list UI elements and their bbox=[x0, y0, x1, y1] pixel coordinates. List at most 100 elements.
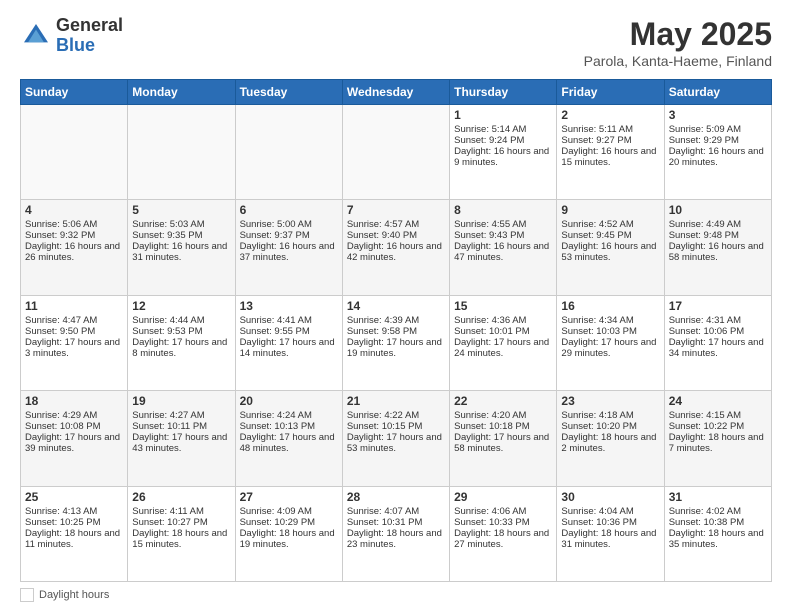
week-row-2: 4 Sunrise: 5:06 AM Sunset: 9:32 PM Daylig… bbox=[21, 200, 772, 295]
day-number: 11 bbox=[25, 299, 123, 313]
logo-general: General bbox=[56, 15, 123, 35]
day-info: Sunrise: 4:39 AM Sunset: 9:58 PM Dayligh… bbox=[347, 315, 442, 359]
day-number: 29 bbox=[454, 490, 552, 504]
day-number: 30 bbox=[561, 490, 659, 504]
calendar-cell: 10 Sunrise: 4:49 AM Sunset: 9:48 PM Dayli… bbox=[664, 200, 771, 295]
day-number: 12 bbox=[132, 299, 230, 313]
day-number: 22 bbox=[454, 394, 552, 408]
day-info: Sunrise: 4:31 AM Sunset: 10:06 PM Daylig… bbox=[669, 315, 764, 359]
day-number: 10 bbox=[669, 203, 767, 217]
day-info: Sunrise: 4:47 AM Sunset: 9:50 PM Dayligh… bbox=[25, 315, 120, 359]
calendar-cell: 24Sunrise: 4:15 AM Sunset: 10:22 PM Dayl… bbox=[664, 391, 771, 486]
day-info: Sunrise: 4:55 AM Sunset: 9:43 PM Dayligh… bbox=[454, 219, 549, 263]
calendar-cell: 13Sunrise: 4:41 AM Sunset: 9:55 PM Dayli… bbox=[235, 295, 342, 390]
calendar-cell: 12Sunrise: 4:44 AM Sunset: 9:53 PM Dayli… bbox=[128, 295, 235, 390]
day-number: 26 bbox=[132, 490, 230, 504]
day-number: 6 bbox=[240, 203, 338, 217]
day-number: 14 bbox=[347, 299, 445, 313]
legend-box bbox=[20, 588, 34, 602]
calendar-cell: 18Sunrise: 4:29 AM Sunset: 10:08 PM Dayl… bbox=[21, 391, 128, 486]
calendar-cell: 30 Sunrise: 4:04 AM Sunset: 10:36 PM Dayl… bbox=[557, 486, 664, 581]
weekday-header-monday: Monday bbox=[128, 80, 235, 105]
calendar-cell: 19 Sunrise: 4:27 AM Sunset: 10:11 PM Dayl… bbox=[128, 391, 235, 486]
calendar-cell: 29 Sunrise: 4:06 AM Sunset: 10:33 PM Dayl… bbox=[450, 486, 557, 581]
day-number: 18 bbox=[25, 394, 123, 408]
day-info: Sunrise: 4:57 AM Sunset: 9:40 PM Dayligh… bbox=[347, 219, 442, 263]
day-info: Sunrise: 4:11 AM Sunset: 10:27 PM Daylig… bbox=[132, 506, 227, 550]
day-info: Sunrise: 4:13 AM Sunset: 10:25 PM Daylig… bbox=[25, 506, 120, 550]
calendar-cell: 22 Sunrise: 4:20 AM Sunset: 10:18 PM Dayl… bbox=[450, 391, 557, 486]
day-info: Sunrise: 4:24 AM Sunset: 10:13 PM Daylig… bbox=[240, 410, 335, 454]
calendar-cell: 26 Sunrise: 4:11 AM Sunset: 10:27 PM Dayl… bbox=[128, 486, 235, 581]
calendar-cell: 17 Sunrise: 4:31 AM Sunset: 10:06 PM Dayl… bbox=[664, 295, 771, 390]
day-info: Sunrise: 4:18 AM Sunset: 10:20 PM Daylig… bbox=[561, 410, 656, 454]
day-number: 31 bbox=[669, 490, 767, 504]
day-number: 17 bbox=[669, 299, 767, 313]
day-number: 13 bbox=[240, 299, 338, 313]
weekday-header-sunday: Sunday bbox=[21, 80, 128, 105]
day-info: Sunrise: 4:52 AM Sunset: 9:45 PM Dayligh… bbox=[561, 219, 656, 263]
day-info: Sunrise: 4:09 AM Sunset: 10:29 PM Daylig… bbox=[240, 506, 335, 550]
calendar-cell: 9Sunrise: 4:52 AM Sunset: 9:45 PM Daylig… bbox=[557, 200, 664, 295]
calendar-cell: 4 Sunrise: 5:06 AM Sunset: 9:32 PM Daylig… bbox=[21, 200, 128, 295]
day-info: Sunrise: 4:36 AM Sunset: 10:01 PM Daylig… bbox=[454, 315, 549, 359]
day-info: Sunrise: 5:03 AM Sunset: 9:35 PM Dayligh… bbox=[132, 219, 227, 263]
day-number: 16 bbox=[561, 299, 659, 313]
legend-item-daylight: Daylight hours bbox=[20, 588, 109, 602]
day-info: Sunrise: 5:14 AM Sunset: 9:24 PM Dayligh… bbox=[454, 124, 549, 168]
day-info: Sunrise: 5:00 AM Sunset: 9:37 PM Dayligh… bbox=[240, 219, 335, 263]
calendar-cell: 21Sunrise: 4:22 AM Sunset: 10:15 PM Dayl… bbox=[342, 391, 449, 486]
week-row-5: 25Sunrise: 4:13 AM Sunset: 10:25 PM Dayl… bbox=[21, 486, 772, 581]
calendar-cell: 6 Sunrise: 5:00 AM Sunset: 9:37 PM Daylig… bbox=[235, 200, 342, 295]
day-number: 1 bbox=[454, 108, 552, 122]
calendar-cell bbox=[128, 105, 235, 200]
day-info: Sunrise: 4:27 AM Sunset: 10:11 PM Daylig… bbox=[132, 410, 227, 454]
day-number: 7 bbox=[347, 203, 445, 217]
weekday-header-friday: Friday bbox=[557, 80, 664, 105]
day-info: Sunrise: 5:06 AM Sunset: 9:32 PM Dayligh… bbox=[25, 219, 120, 263]
day-number: 15 bbox=[454, 299, 552, 313]
week-row-1: 1 Sunrise: 5:14 AM Sunset: 9:24 PM Daylig… bbox=[21, 105, 772, 200]
calendar-cell bbox=[235, 105, 342, 200]
title-block: May 2025 Parola, Kanta-Haeme, Finland bbox=[584, 16, 772, 69]
location: Parola, Kanta-Haeme, Finland bbox=[584, 53, 772, 69]
calendar-cell: 15 Sunrise: 4:36 AM Sunset: 10:01 PM Dayl… bbox=[450, 295, 557, 390]
day-info: Sunrise: 4:02 AM Sunset: 10:38 PM Daylig… bbox=[669, 506, 764, 550]
calendar-cell: 7 Sunrise: 4:57 AM Sunset: 9:40 PM Daylig… bbox=[342, 200, 449, 295]
day-number: 5 bbox=[132, 203, 230, 217]
calendar-cell: 31 Sunrise: 4:02 AM Sunset: 10:38 PM Dayl… bbox=[664, 486, 771, 581]
day-number: 2 bbox=[561, 108, 659, 122]
day-number: 28 bbox=[347, 490, 445, 504]
calendar-cell: 1 Sunrise: 5:14 AM Sunset: 9:24 PM Daylig… bbox=[450, 105, 557, 200]
calendar-cell: 28Sunrise: 4:07 AM Sunset: 10:31 PM Dayl… bbox=[342, 486, 449, 581]
day-info: Sunrise: 5:11 AM Sunset: 9:27 PM Dayligh… bbox=[561, 124, 656, 168]
week-row-4: 18Sunrise: 4:29 AM Sunset: 10:08 PM Dayl… bbox=[21, 391, 772, 486]
calendar-cell: 11 Sunrise: 4:47 AM Sunset: 9:50 PM Dayli… bbox=[21, 295, 128, 390]
weekday-header-thursday: Thursday bbox=[450, 80, 557, 105]
day-number: 23 bbox=[561, 394, 659, 408]
day-info: Sunrise: 5:09 AM Sunset: 9:29 PM Dayligh… bbox=[669, 124, 764, 168]
day-info: Sunrise: 4:06 AM Sunset: 10:33 PM Daylig… bbox=[454, 506, 549, 550]
weekday-header-row: SundayMondayTuesdayWednesdayThursdayFrid… bbox=[21, 80, 772, 105]
weekday-header-saturday: Saturday bbox=[664, 80, 771, 105]
logo: General Blue bbox=[20, 16, 123, 56]
logo-blue: Blue bbox=[56, 35, 95, 55]
calendar-cell: 20Sunrise: 4:24 AM Sunset: 10:13 PM Dayl… bbox=[235, 391, 342, 486]
legend: Daylight hours bbox=[20, 588, 772, 602]
day-number: 4 bbox=[25, 203, 123, 217]
calendar-cell: 16Sunrise: 4:34 AM Sunset: 10:03 PM Dayl… bbox=[557, 295, 664, 390]
day-info: Sunrise: 4:20 AM Sunset: 10:18 PM Daylig… bbox=[454, 410, 549, 454]
calendar-cell: 5 Sunrise: 5:03 AM Sunset: 9:35 PM Daylig… bbox=[128, 200, 235, 295]
calendar-cell: 23 Sunrise: 4:18 AM Sunset: 10:20 PM Dayl… bbox=[557, 391, 664, 486]
calendar-cell bbox=[342, 105, 449, 200]
logo-text: General Blue bbox=[56, 16, 123, 56]
calendar-cell: 27Sunrise: 4:09 AM Sunset: 10:29 PM Dayl… bbox=[235, 486, 342, 581]
calendar-cell: 25Sunrise: 4:13 AM Sunset: 10:25 PM Dayl… bbox=[21, 486, 128, 581]
day-number: 19 bbox=[132, 394, 230, 408]
day-number: 21 bbox=[347, 394, 445, 408]
day-info: Sunrise: 4:04 AM Sunset: 10:36 PM Daylig… bbox=[561, 506, 656, 550]
day-info: Sunrise: 4:49 AM Sunset: 9:48 PM Dayligh… bbox=[669, 219, 764, 263]
calendar-cell bbox=[21, 105, 128, 200]
weekday-header-wednesday: Wednesday bbox=[342, 80, 449, 105]
calendar-cell: 3Sunrise: 5:09 AM Sunset: 9:29 PM Daylig… bbox=[664, 105, 771, 200]
